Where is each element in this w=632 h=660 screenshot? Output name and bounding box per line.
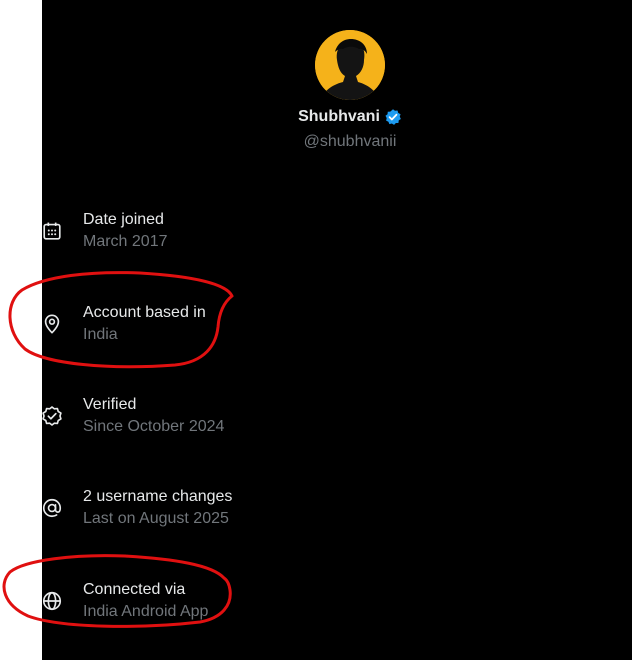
verified-check-icon <box>385 109 401 125</box>
at-sign-icon <box>42 498 62 518</box>
info-subtitle: Since October 2024 <box>83 418 225 435</box>
info-subtitle: India <box>83 326 118 343</box>
verified-badge-icon <box>42 406 62 426</box>
info-item-username-changes: 2 username changes Last on August 2025 <box>0 488 500 538</box>
info-item-connected-via: Connected via India Android App <box>0 581 500 631</box>
location-pin-icon <box>44 314 60 334</box>
avatar[interactable] <box>315 30 385 100</box>
info-item-verified: Verified Since October 2024 <box>0 396 500 446</box>
avatar-silhouette <box>315 30 385 100</box>
display-name: Shubhvani <box>298 108 380 125</box>
info-subtitle: Last on August 2025 <box>83 510 229 527</box>
info-item-account-based-in: Account based in India <box>0 304 500 354</box>
calendar-icon <box>43 222 61 240</box>
info-subtitle: March 2017 <box>83 233 168 250</box>
globe-icon <box>42 591 62 611</box>
info-item-date-joined: Date joined March 2017 <box>0 211 500 261</box>
info-title: 2 username changes <box>83 488 233 505</box>
profile-name-row: Shubhvani <box>0 108 632 126</box>
info-subtitle: India Android App <box>83 603 209 620</box>
profile-handle: @shubhvanii <box>303 133 397 150</box>
info-title: Connected via <box>83 581 186 598</box>
info-title: Verified <box>83 396 137 413</box>
info-title: Account based in <box>83 304 206 321</box>
info-title: Date joined <box>83 211 164 228</box>
